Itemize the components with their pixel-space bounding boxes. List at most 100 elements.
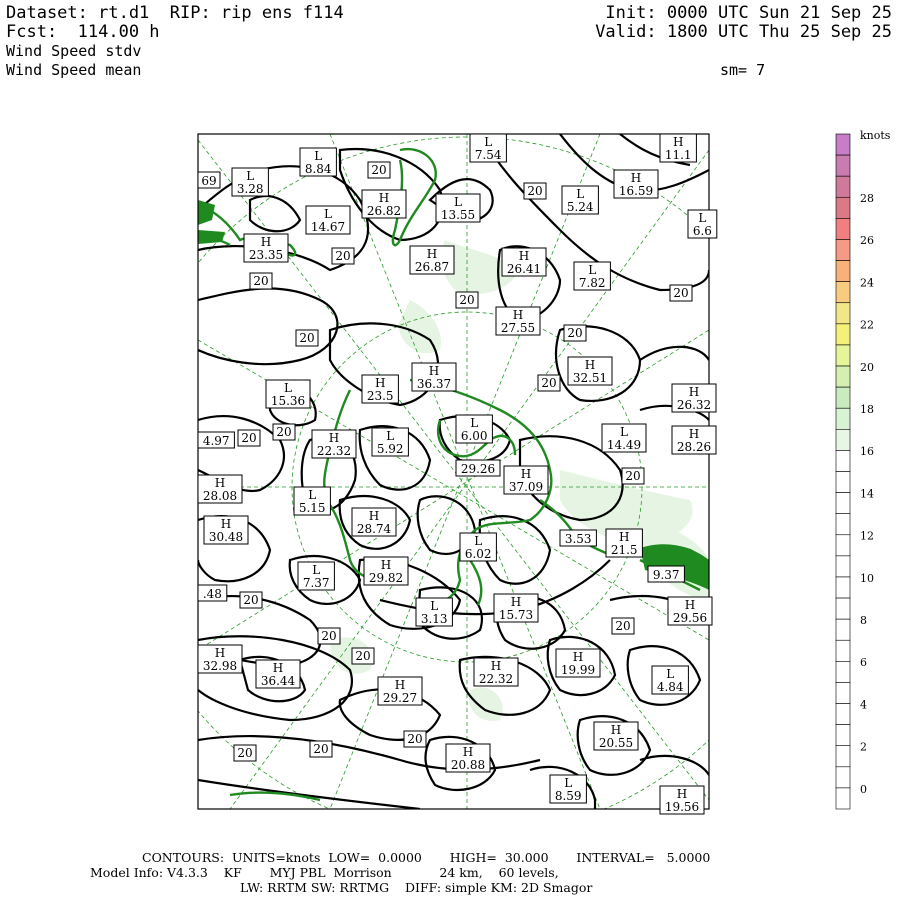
contour-value: 20 — [615, 619, 630, 633]
colorbar-swatch — [835, 175, 851, 198]
extremum-value: 29.56 — [673, 611, 707, 625]
extremum-type: H — [631, 171, 641, 185]
extremum-label: L6.00 — [455, 414, 493, 444]
colorbar-swatch — [835, 703, 851, 725]
extremum-type: H — [685, 598, 695, 612]
extremum-value: 4.97 — [203, 434, 230, 448]
colorbar-swatch — [835, 260, 851, 282]
extremum-value: 6.00 — [461, 429, 488, 443]
extremum-type: H — [395, 678, 405, 692]
colorbar-swatch — [835, 154, 851, 177]
extremum-label: H26.87 — [409, 245, 455, 275]
extremum-type: H — [375, 376, 385, 390]
extremum-value: 27.55 — [501, 321, 535, 335]
extremum-value: 32.51 — [573, 371, 607, 385]
extremum-value: 6.6 — [693, 224, 712, 238]
contour-value: 20 — [335, 249, 350, 263]
extremum-type: L — [474, 534, 482, 548]
extremum-label: H29.56 — [667, 596, 713, 626]
extremum-type: L — [308, 488, 316, 502]
extremum-type: L — [246, 169, 254, 183]
contour-value: 20 — [673, 286, 688, 300]
physics-info: LW: RRTM SW: RRTMG DIFF: simple KM: 2D S… — [240, 880, 593, 895]
contour-value: 20 — [371, 163, 386, 177]
contour-label: 20 — [272, 423, 296, 441]
extremum-value: 5.15 — [299, 501, 326, 515]
extremum-value: 6.02 — [465, 547, 492, 561]
extremum-label: 29.26 — [455, 459, 501, 477]
colorbar-swatch — [835, 576, 851, 599]
extremum-value: 20.55 — [599, 736, 633, 750]
extremum-label: H36.37 — [411, 362, 457, 392]
contour-label: 20 — [563, 324, 587, 342]
extremum-label: H27.55 — [495, 306, 541, 336]
colorbar-swatch — [835, 618, 851, 641]
colorbar-swatch — [835, 639, 851, 662]
extremum-label: H26.41 — [501, 247, 547, 277]
extremum-type: H — [215, 476, 225, 490]
contour-value: 20 — [459, 293, 474, 307]
extremum-type: H — [585, 358, 595, 372]
extremum-value: 13.55 — [441, 208, 475, 222]
colorbar-label: 4 — [860, 698, 867, 711]
extremum-type: L — [284, 381, 292, 395]
extremum-value: 3.13 — [421, 612, 448, 626]
extremum-label: H15.73 — [493, 593, 539, 623]
colorbar-swatch — [835, 407, 851, 430]
colorbar-swatch — [835, 239, 851, 261]
colorbar-swatch — [835, 429, 851, 451]
contour-label: 20 — [621, 467, 645, 485]
extremum-label: H19.56 — [659, 785, 705, 815]
colorbar-swatch — [835, 492, 851, 514]
extremum-type: L — [666, 667, 674, 681]
extremum-value: 23.5 — [367, 389, 394, 403]
wind-speed-map: H11.1L7.54L8.84L3.2869H26.82L13.55L14.67… — [197, 129, 891, 815]
extremum-label: H11.1 — [659, 133, 697, 163]
extremum-value: 36.37 — [417, 377, 451, 391]
extremum-value: 15.73 — [499, 608, 533, 622]
colorbar-swatch — [835, 724, 851, 747]
extremum-value: 19.56 — [665, 800, 699, 814]
extremum-label: L7.54 — [469, 133, 507, 163]
extremum-value: 36.44 — [261, 674, 296, 688]
contour-label: 20 — [537, 374, 561, 392]
colorbar-label: 14 — [860, 487, 874, 500]
extremum-value: 15.36 — [271, 394, 305, 408]
extremum-type: H — [689, 385, 699, 399]
extremum-type: L — [454, 195, 462, 209]
colorbar-swatch — [835, 344, 851, 367]
contour-label: 20 — [669, 284, 693, 302]
contour-value: 20 — [313, 742, 328, 756]
extremum-type: L — [312, 563, 320, 577]
colorbar-swatch — [835, 323, 851, 346]
contour-label: 20 — [351, 647, 375, 665]
extremum-type: H — [491, 659, 501, 673]
colorbar-swatch — [835, 745, 851, 768]
extremum-value: 21.5 — [611, 543, 638, 557]
contour-value: 20 — [541, 376, 556, 390]
extremum-label: H20.88 — [445, 743, 491, 773]
contour-label: 20 — [249, 272, 273, 290]
colorbar-swatch — [835, 555, 851, 578]
extremum-label: L5.92 — [371, 427, 409, 457]
colorbar-units: knots — [860, 129, 891, 142]
extremum-label: H26.32 — [671, 383, 717, 413]
extremum-value: 26.41 — [507, 262, 541, 276]
extremum-value: 22.32 — [317, 444, 351, 458]
extremum-value: 30.48 — [209, 530, 243, 544]
extremum-label: H30.48 — [203, 515, 249, 545]
extremum-label: H23.35 — [243, 233, 289, 263]
colorbar-label: 6 — [860, 656, 867, 669]
contour-label: 20 — [295, 329, 319, 347]
extremum-value: 8.59 — [555, 789, 582, 803]
colorbar-swatch — [835, 661, 851, 683]
extremum-type: H — [261, 235, 271, 249]
extremum-label: H22.32 — [311, 429, 357, 459]
extremum-value: 8.84 — [305, 162, 332, 176]
extremum-type: H — [463, 745, 473, 759]
extremum-label: L5.24 — [561, 185, 599, 215]
extremum-type: H — [427, 247, 437, 261]
extremum-type: H — [379, 191, 389, 205]
colorbar-swatch — [835, 365, 851, 388]
contour-info: CONTOURS: UNITS=knots LOW= 0.0000 HIGH= … — [142, 850, 711, 865]
